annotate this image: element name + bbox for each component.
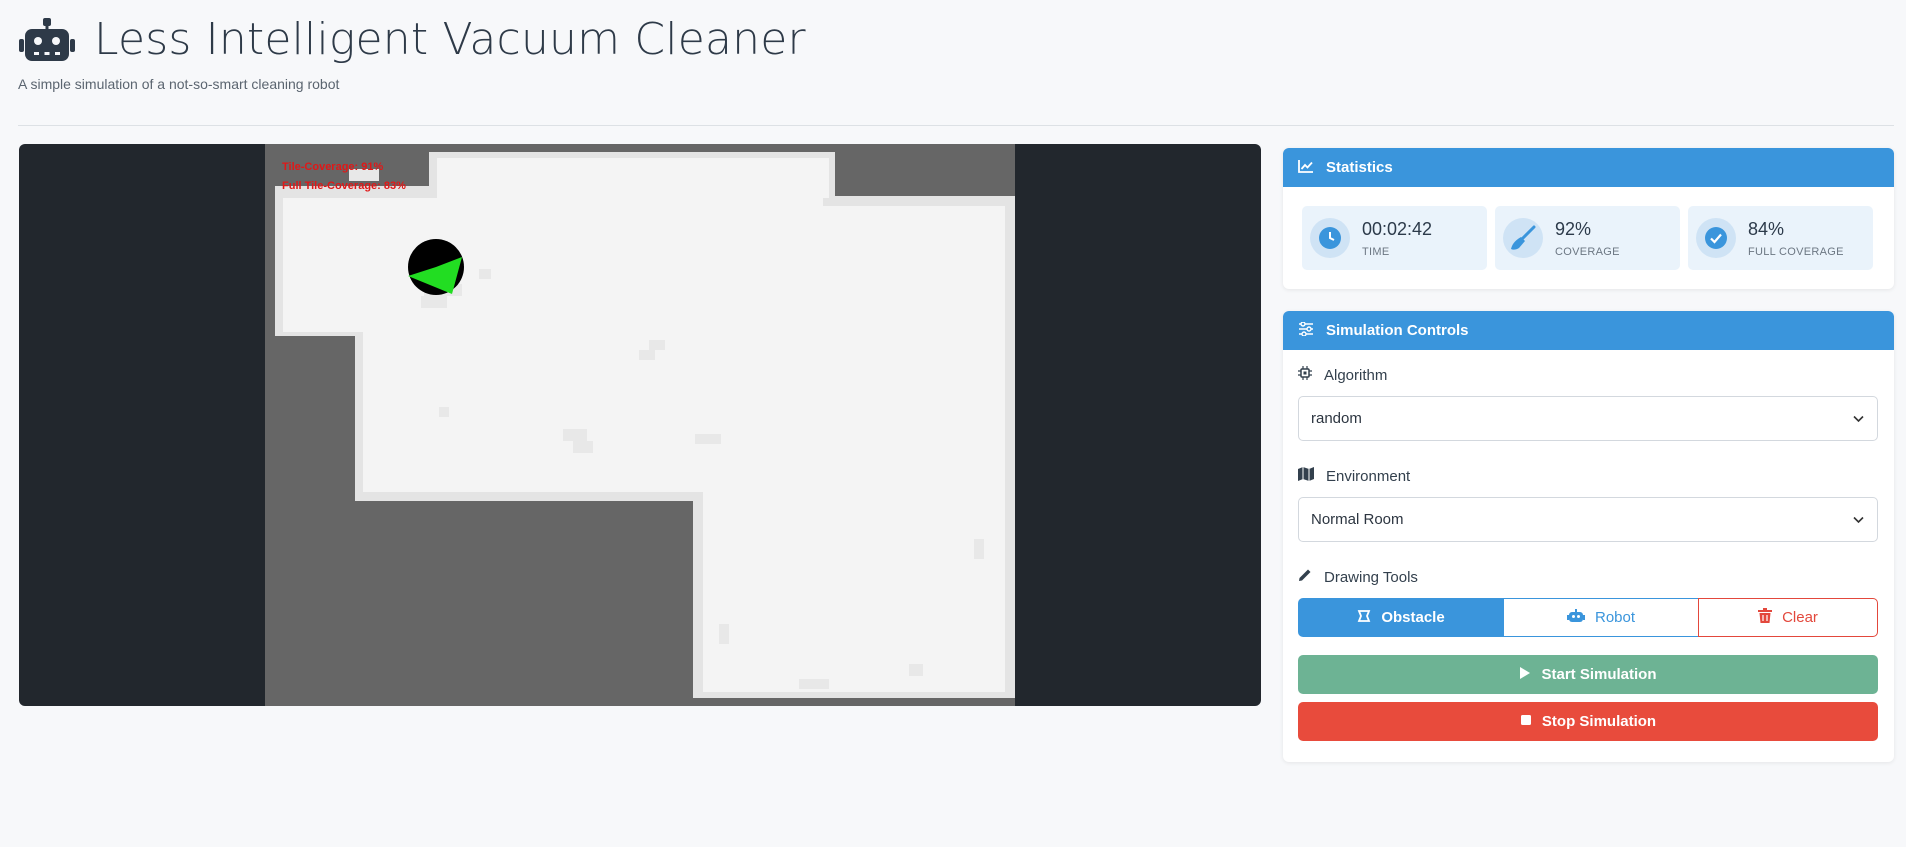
stat-coverage-value: 92%	[1555, 218, 1592, 239]
chip-icon	[1298, 366, 1324, 384]
pencil-icon	[1298, 568, 1324, 586]
robot-icon	[1566, 608, 1595, 627]
robot-vacuum[interactable]	[408, 239, 464, 295]
sliders-icon	[1298, 320, 1326, 340]
check-circle-icon	[1696, 218, 1736, 258]
controls-header: Simulation Controls	[1283, 311, 1894, 350]
stat-time-label: TIME	[1362, 245, 1390, 258]
obstacle-tool-button[interactable]: Obstacle	[1298, 598, 1504, 637]
drawing-tools-group: Obstacle Robot Clear	[1298, 598, 1878, 637]
clock-icon	[1310, 218, 1350, 258]
stat-time-value: 00:02:42	[1362, 218, 1433, 239]
page-header: Less Intelligent Vacuum Cleaner	[18, 14, 806, 65]
algorithm-label: Algorithm	[1298, 366, 1387, 384]
robot-tool-button[interactable]: Robot	[1504, 598, 1698, 637]
stat-time: 00:02:42 TIME	[1302, 206, 1487, 270]
header-divider	[18, 125, 1894, 126]
stat-full-coverage-value: 84%	[1748, 218, 1785, 239]
statistics-card: Statistics 00:02:42 TIME 92% COVERAGE 84…	[1283, 148, 1894, 289]
trash-icon	[1758, 608, 1782, 627]
start-simulation-button[interactable]: Start Simulation	[1298, 655, 1878, 694]
environment-select[interactable]: Normal Room	[1298, 497, 1878, 542]
broom-icon	[1503, 218, 1543, 258]
map-icon	[1298, 467, 1326, 485]
environment-label: Environment	[1298, 467, 1410, 485]
environment-select-value: Normal Room	[1311, 511, 1404, 528]
stop-simulation-button[interactable]: Stop Simulation	[1298, 702, 1878, 741]
algorithm-select-value: random	[1311, 410, 1362, 427]
page-title: Less Intelligent Vacuum Cleaner	[94, 14, 806, 65]
simulation-controls-card: Simulation Controls Algorithm random Env…	[1283, 311, 1894, 762]
stat-full-coverage: 84% FULL COVERAGE	[1688, 206, 1873, 270]
page-subtitle: A simple simulation of a not-so-smart cl…	[18, 76, 340, 92]
stat-full-coverage-label: FULL COVERAGE	[1748, 245, 1844, 258]
stat-coverage: 92% COVERAGE	[1495, 206, 1680, 270]
drawing-tools-label: Drawing Tools	[1298, 568, 1418, 586]
robot-icon	[18, 17, 76, 63]
statistics-title: Statistics	[1326, 159, 1393, 176]
chevron-down-icon	[1852, 513, 1865, 530]
play-icon	[1519, 666, 1541, 684]
algorithm-select[interactable]: random	[1298, 396, 1878, 441]
room-map[interactable]	[19, 144, 1261, 706]
clear-tool-button[interactable]: Clear	[1698, 598, 1878, 637]
simulation-canvas[interactable]: Tile-Coverage: 91% Full Tile-Coverage: 8…	[19, 144, 1261, 706]
stop-icon	[1520, 713, 1542, 730]
obstacle-icon	[1357, 609, 1381, 627]
full-tile-coverage-text: Full Tile-Coverage: 83%	[282, 180, 406, 192]
chart-line-icon	[1298, 159, 1326, 177]
statistics-header: Statistics	[1283, 148, 1894, 187]
controls-title: Simulation Controls	[1326, 322, 1469, 339]
tile-coverage-text: Tile-Coverage: 91%	[282, 161, 384, 173]
stat-coverage-label: COVERAGE	[1555, 245, 1620, 258]
chevron-down-icon	[1852, 412, 1865, 429]
